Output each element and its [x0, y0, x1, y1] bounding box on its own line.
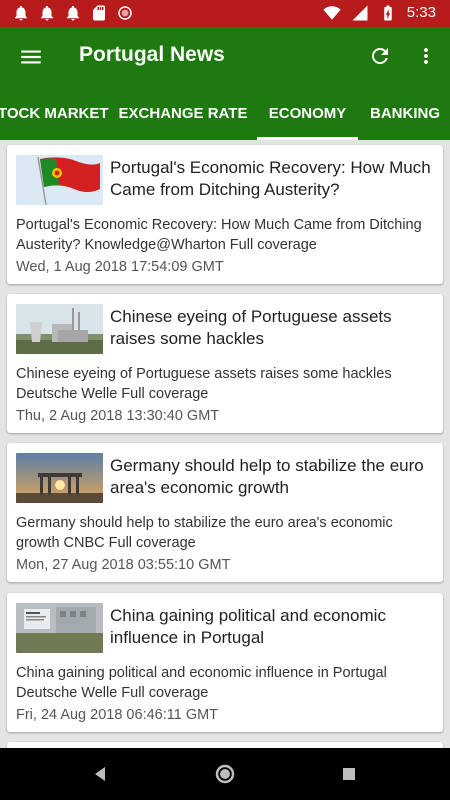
more-vert-icon[interactable]: [414, 44, 438, 68]
hamburger-menu-icon[interactable]: [18, 44, 44, 70]
sd-card-icon: [93, 5, 105, 21]
article-headline[interactable]: Portugal's Economic Recovery: How Much C…: [110, 157, 438, 201]
refresh-icon[interactable]: [368, 44, 392, 68]
tab-stock-market[interactable]: TOCK MARKET: [0, 87, 109, 140]
article-headline[interactable]: Chinese eyeing of Portuguese assets rais…: [110, 306, 438, 350]
brandenburg-gate-image: [16, 453, 103, 503]
tab-economy[interactable]: ECONOMY: [257, 87, 358, 140]
tab-exchange-rate[interactable]: EXCHANGE RATE: [115, 87, 251, 140]
article-date: Mon, 27 Aug 2018 03:55:10 GMT: [16, 557, 231, 573]
article-date: Wed, 1 Aug 2018 17:54:09 GMT: [16, 259, 224, 275]
article-headline[interactable]: Germany should help to stabilize the eur…: [110, 455, 438, 499]
article-headline[interactable]: China gaining political and economic inf…: [110, 605, 438, 649]
back-icon[interactable]: [88, 762, 112, 786]
status-time: 5:33: [406, 4, 436, 21]
status-bar: 5:33: [0, 0, 450, 27]
tab-banking[interactable]: BANKING: [365, 87, 445, 140]
wifi-icon: [323, 6, 341, 20]
article-summary: Germany should help to stabilize the eur…: [16, 515, 393, 551]
notification-bell-icon: [15, 5, 27, 21]
record-icon: [118, 6, 132, 20]
battery-charging-icon: [384, 5, 392, 21]
category-tabs: TOCK MARKET EXCHANGE RATE ECONOMY BANKIN…: [0, 87, 450, 140]
power-plant-image: [16, 304, 103, 354]
app-title: Portugal News: [79, 43, 225, 66]
signal-icon: [352, 5, 368, 21]
system-nav-bar: [0, 748, 450, 800]
news-feed[interactable]: Portugal's Economic Recovery: How Much C…: [0, 140, 450, 748]
article-date: Fri, 24 Aug 2018 06:46:11 GMT: [16, 707, 219, 723]
news-card[interactable]: Germany should help to stabilize the eur…: [7, 443, 443, 582]
recents-icon[interactable]: [337, 762, 361, 786]
article-summary: Chinese eyeing of Portuguese assets rais…: [16, 366, 392, 402]
news-card[interactable]: China gaining political and economic inf…: [7, 593, 443, 732]
app-bar: Portugal News: [0, 27, 450, 87]
notification-bell-icon: [67, 5, 79, 21]
news-card[interactable]: Chinese eyeing of Portuguese assets rais…: [7, 294, 443, 433]
article-summary: China gaining political and economic inf…: [16, 665, 387, 701]
status-bar-notifications: [12, 4, 134, 22]
article-date: Thu, 2 Aug 2018 13:30:40 GMT: [16, 408, 220, 424]
portugal-flag-image: [16, 155, 103, 205]
notification-bell-icon: [41, 5, 53, 21]
article-summary: Portugal's Economic Recovery: How Much C…: [16, 217, 422, 253]
building-sign-image: [16, 603, 103, 653]
home-icon[interactable]: [213, 762, 237, 786]
news-card[interactable]: Portugal's Economic Recovery: How Much C…: [7, 145, 443, 284]
